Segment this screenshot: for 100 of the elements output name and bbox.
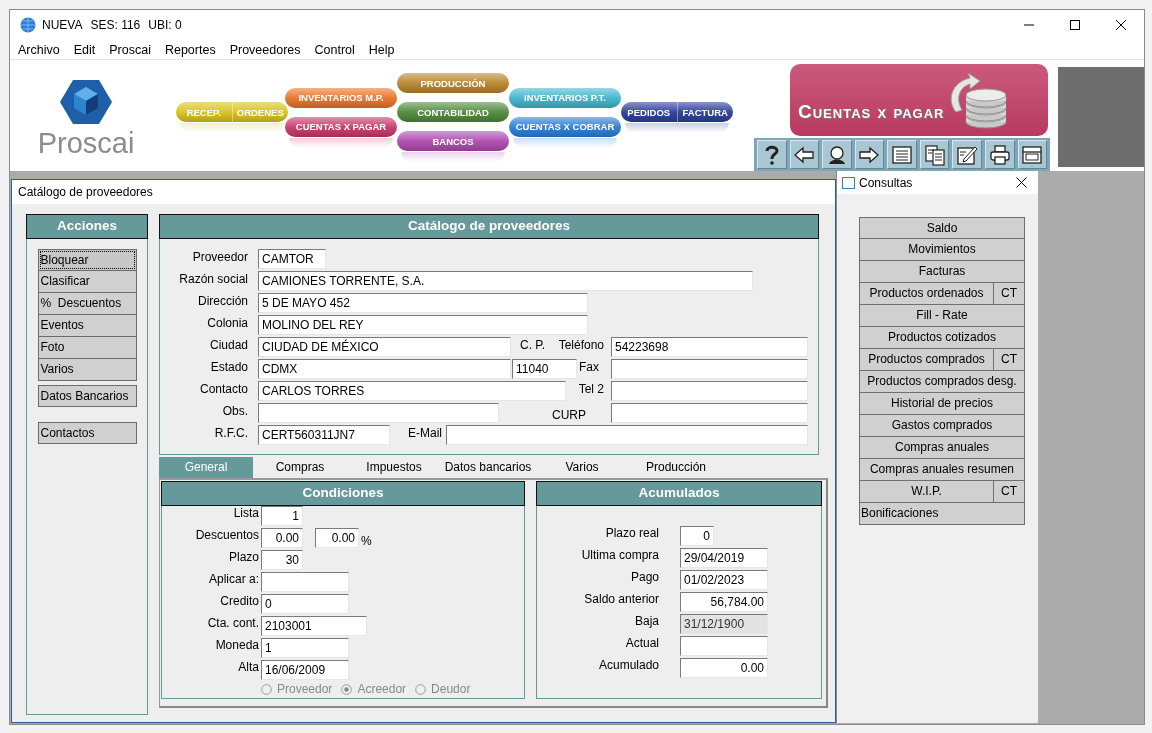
- input-field[interactable]: 5 DE MAYO 452: [258, 293, 588, 313]
- module-button[interactable]: FACTURA: [676, 102, 733, 122]
- input-field[interactable]: CARLOS TORRES: [258, 381, 566, 401]
- input-field[interactable]: 0.00: [315, 528, 359, 548]
- menu-item[interactable]: Edit: [66, 42, 103, 57]
- module-button[interactable]: CUENTAS X COBRAR: [509, 116, 621, 137]
- query-button[interactable]: Bonificaciones: [859, 503, 1025, 525]
- input-field[interactable]: 29/04/2019: [680, 548, 768, 568]
- field-label: Actual: [624, 636, 659, 651]
- field-label: Estado: [209, 359, 248, 375]
- tab[interactable]: Producción: [629, 457, 723, 478]
- printer-icon: [988, 143, 1011, 166]
- query-button[interactable]: Facturas: [859, 261, 1025, 283]
- list-button[interactable]: [887, 140, 917, 169]
- query-button[interactable]: W.I.P.: [859, 481, 994, 503]
- query-button[interactable]: CT: [994, 349, 1025, 371]
- query-button[interactable]: Compras anuales: [859, 437, 1025, 459]
- field-label: Teléfono: [557, 337, 604, 353]
- forward-button[interactable]: [854, 140, 885, 169]
- query-button[interactable]: Saldo: [859, 217, 1025, 239]
- input-field[interactable]: 2103001: [261, 616, 367, 636]
- input-field[interactable]: [680, 636, 768, 656]
- search-person-button[interactable]: [822, 140, 852, 169]
- input-field[interactable]: CAMIONES TORRENTE, S.A.: [258, 271, 753, 291]
- action-button[interactable]: Foto: [37, 337, 137, 359]
- documents-button[interactable]: [919, 140, 950, 169]
- input-field[interactable]: 0: [261, 594, 349, 614]
- action-button[interactable]: Eventos: [37, 315, 137, 337]
- input-field[interactable]: 54223698: [611, 337, 808, 357]
- field-label: Aplicar a:: [207, 572, 259, 587]
- action-button[interactable]: Bloquear: [37, 249, 137, 271]
- input-field[interactable]: 56,784.00: [680, 592, 768, 612]
- query-button[interactable]: Productos cotizados: [859, 327, 1025, 349]
- field-label: Razón social: [178, 271, 248, 287]
- field-label: Ultima compra: [580, 548, 659, 563]
- input-field[interactable]: [261, 572, 349, 592]
- menu-item[interactable]: Reportes: [157, 42, 223, 57]
- input-field[interactable]: 16/06/2009: [261, 660, 349, 680]
- query-button[interactable]: CT: [994, 481, 1025, 503]
- input-field[interactable]: MOLINO DEL REY: [258, 315, 588, 335]
- input-field[interactable]: 0.00: [261, 528, 303, 548]
- maximize-icon[interactable]: [1069, 19, 1081, 31]
- window-title: NUEVA: [42, 18, 83, 32]
- input-field[interactable]: 0: [680, 526, 714, 546]
- tab[interactable]: Varios: [535, 457, 629, 478]
- input-field[interactable]: 30: [261, 550, 303, 570]
- close-icon[interactable]: [1115, 19, 1127, 31]
- menu-item[interactable]: Help: [361, 42, 402, 57]
- tab[interactable]: Impuestos: [347, 457, 441, 478]
- close-icon[interactable]: [1016, 177, 1027, 188]
- query-button[interactable]: Compras anuales resumen: [859, 459, 1025, 481]
- print-button[interactable]: [984, 140, 1015, 169]
- query-button[interactable]: Historial de precios: [859, 393, 1025, 415]
- field-label: R.F.C.: [213, 425, 248, 441]
- edit-button[interactable]: [952, 140, 982, 169]
- input-field[interactable]: 11040: [512, 359, 577, 379]
- module-button[interactable]: CUENTAS X PAGAR: [285, 116, 397, 137]
- back-button[interactable]: [789, 140, 820, 169]
- input-field[interactable]: 0.00: [680, 658, 768, 678]
- input-field[interactable]: CERT560311JN7: [258, 425, 390, 445]
- action-button[interactable]: Varios: [37, 359, 137, 381]
- tab[interactable]: Datos bancarios: [441, 457, 535, 478]
- field-label: Descuentos: [194, 528, 259, 543]
- radio-label: Deudor: [431, 682, 471, 696]
- input-field[interactable]: CAMTOR: [258, 249, 326, 269]
- query-button[interactable]: CT: [994, 283, 1025, 305]
- query-button[interactable]: Productos comprados: [859, 349, 994, 371]
- panel-header: Catálogo de proveedores: [159, 214, 819, 239]
- action-button[interactable]: Clasificar: [37, 271, 137, 293]
- input-field[interactable]: 01/02/2023: [680, 570, 768, 590]
- query-button[interactable]: Productos ordenados: [859, 283, 994, 305]
- input-field[interactable]: CDMX: [258, 359, 511, 379]
- query-button[interactable]: Movimientos: [859, 239, 1025, 261]
- input-field[interactable]: [611, 381, 808, 401]
- menu-item[interactable]: Proveedores: [222, 42, 308, 57]
- module-button[interactable]: CONTABILIDAD: [397, 102, 509, 122]
- input-field[interactable]: 1: [261, 506, 303, 526]
- input-field[interactable]: [611, 403, 808, 423]
- input-field[interactable]: [446, 425, 808, 445]
- field-label: Alta: [237, 660, 259, 675]
- action-button[interactable]: Datos Bancarios: [37, 385, 137, 407]
- query-button[interactable]: Gastos comprados: [859, 415, 1025, 437]
- action-button[interactable]: % Descuentos: [37, 293, 137, 315]
- menu-item[interactable]: Control: [307, 42, 362, 57]
- input-field[interactable]: [258, 403, 499, 423]
- help-button[interactable]: [757, 140, 787, 169]
- query-button[interactable]: Productos comprados desg.: [859, 371, 1025, 393]
- input-field[interactable]: 1: [261, 638, 349, 658]
- input-field[interactable]: [611, 359, 808, 379]
- module-button[interactable]: PEDIDOS: [621, 102, 677, 122]
- field-label: Plazo: [227, 550, 259, 565]
- action-button[interactable]: Contactos: [37, 422, 137, 444]
- menu-item[interactable]: Proscai: [102, 42, 158, 57]
- module-button[interactable]: BANCOS: [397, 131, 509, 151]
- query-button[interactable]: Fill - Rate: [859, 305, 1025, 327]
- menu-item[interactable]: Archivo: [11, 42, 67, 57]
- window-button[interactable]: [1017, 140, 1048, 169]
- input-field[interactable]: CIUDAD DE MÉXICO: [258, 337, 511, 357]
- tab[interactable]: Compras: [253, 457, 347, 478]
- field-label: Baja: [633, 614, 659, 629]
